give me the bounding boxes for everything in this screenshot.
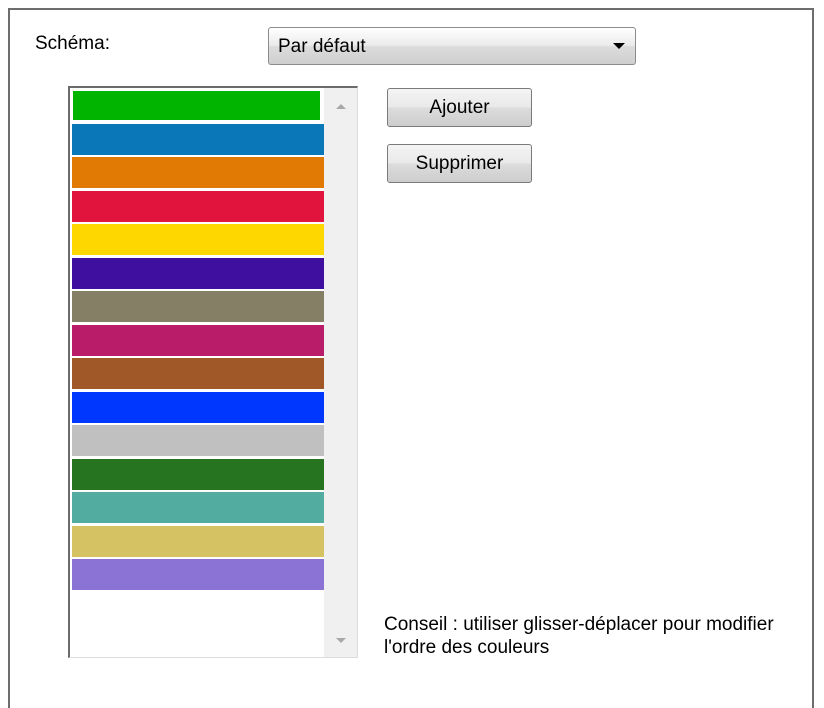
color-swatch[interactable] bbox=[72, 391, 324, 423]
remove-color-button[interactable]: Supprimer bbox=[387, 144, 532, 183]
hint-text: Conseil : utiliser glisser-déplacer pour… bbox=[384, 614, 774, 658]
scheme-selected-value: Par défaut bbox=[278, 36, 366, 57]
color-swatch[interactable] bbox=[72, 291, 324, 322]
color-swatch[interactable] bbox=[72, 425, 324, 456]
add-color-button[interactable]: Ajouter bbox=[387, 88, 532, 127]
color-swatch[interactable] bbox=[72, 157, 324, 188]
color-swatch[interactable] bbox=[72, 525, 324, 557]
color-swatch[interactable] bbox=[72, 324, 324, 356]
color-swatch[interactable] bbox=[72, 492, 324, 523]
vertical-scrollbar[interactable] bbox=[324, 88, 357, 657]
color-swatch[interactable] bbox=[72, 559, 324, 590]
color-list[interactable] bbox=[68, 86, 358, 658]
scroll-down-arrow-icon[interactable] bbox=[336, 638, 346, 643]
color-swatch[interactable] bbox=[72, 224, 324, 255]
color-swatches bbox=[72, 90, 324, 593]
color-swatch[interactable] bbox=[72, 90, 321, 121]
scheme-label: Schéma: bbox=[35, 33, 110, 54]
color-swatch[interactable] bbox=[72, 257, 324, 289]
scheme-dropdown[interactable]: Par défaut bbox=[268, 27, 636, 65]
chevron-down-icon[interactable] bbox=[613, 43, 625, 49]
color-swatch[interactable] bbox=[72, 458, 324, 490]
color-swatch[interactable] bbox=[72, 358, 324, 389]
scroll-up-arrow-icon[interactable] bbox=[336, 104, 346, 109]
color-swatch[interactable] bbox=[72, 190, 324, 222]
color-swatch[interactable] bbox=[72, 123, 324, 155]
